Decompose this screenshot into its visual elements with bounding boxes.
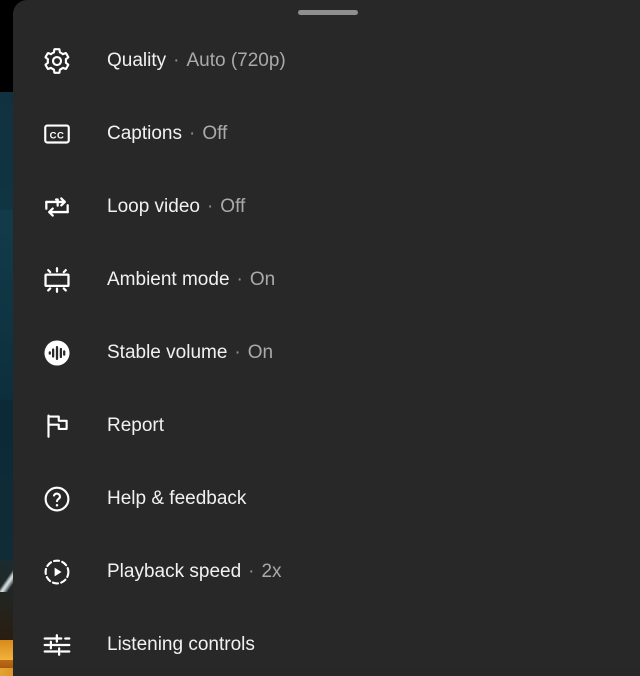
menu-item-text: Ambient mode · On (107, 270, 275, 289)
menu-item-text: Report (107, 416, 164, 435)
ambient-mode-icon (40, 263, 74, 297)
menu-item-label: Ambient mode (107, 269, 230, 290)
menu-item-text: Quality · Auto (720p) (107, 51, 286, 70)
help-circle-icon (40, 482, 74, 516)
menu-item-label: Listening controls (107, 634, 255, 655)
menu-item-label: Quality (107, 50, 167, 71)
menu-item-captions[interactable]: CC Captions · Off (13, 97, 640, 170)
stable-volume-icon (40, 336, 74, 370)
menu-item-label: Report (107, 415, 165, 436)
gear-icon (40, 44, 74, 78)
closed-captions-icon: CC (40, 117, 74, 151)
menu-item-text: Captions · Off (107, 124, 227, 143)
menu-item-separator: · (173, 50, 180, 71)
menu-item-label: Captions (107, 123, 182, 144)
menu-item-playback-speed[interactable]: Playback speed · 2x (13, 535, 640, 608)
menu-item-text: Playback speed · 2x (107, 562, 282, 581)
video-player-screen: Quality · Auto (720p) CC Captions · Off Loop vi… (0, 0, 640, 676)
menu-item-separator: · (189, 123, 196, 144)
menu-item-label: Playback speed (107, 561, 242, 582)
menu-item-label: Help & feedback (107, 488, 247, 509)
playback-speed-icon (40, 555, 74, 589)
menu-item-value: Auto (720p) (186, 50, 286, 71)
menu-item-separator: · (206, 196, 214, 217)
menu-item-stable-volume[interactable]: Stable volume · On (13, 316, 640, 389)
menu-item-value: Off (220, 196, 246, 217)
menu-item-separator: · (248, 561, 255, 582)
loop-one-icon (40, 190, 74, 224)
settings-bottom-sheet: Quality · Auto (720p) CC Captions · Off Loop vi… (13, 0, 640, 676)
settings-menu-list: Quality · Auto (720p) CC Captions · Off Loop vi… (13, 24, 640, 676)
menu-item-label: Stable volume (107, 342, 228, 363)
svg-text:CC: CC (50, 130, 65, 141)
menu-item-value: On (249, 269, 276, 290)
menu-item-value: Off (202, 123, 228, 144)
menu-item-text: Loop video · Off (107, 197, 245, 216)
menu-item-text: Listening controls (107, 635, 255, 654)
menu-item-text: Stable volume · On (107, 343, 273, 362)
menu-item-report[interactable]: Report (13, 389, 640, 462)
menu-item-help-feedback[interactable]: Help & feedback (13, 462, 640, 535)
menu-item-value: 2x (261, 561, 282, 582)
menu-item-separator: · (234, 342, 241, 363)
flag-icon (40, 409, 74, 443)
drag-handle[interactable] (298, 10, 358, 15)
menu-item-loop-video[interactable]: Loop video · Off (13, 170, 640, 243)
menu-item-label: Loop video (107, 196, 200, 217)
menu-item-ambient-mode[interactable]: Ambient mode · On (13, 243, 640, 316)
menu-item-separator: · (236, 269, 243, 290)
menu-item-text: Help & feedback (107, 489, 246, 508)
menu-item-quality[interactable]: Quality · Auto (720p) (13, 24, 640, 97)
menu-item-value: On (247, 342, 274, 363)
listening-controls-icon (40, 628, 74, 662)
menu-item-listening-controls[interactable]: Listening controls (13, 608, 640, 676)
